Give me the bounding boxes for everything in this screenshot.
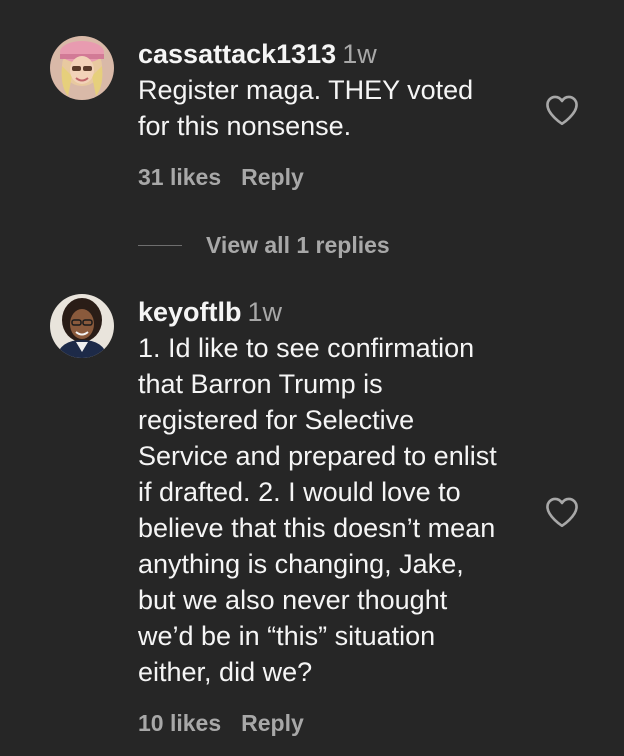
reply-button[interactable]: Reply: [241, 164, 304, 190]
comment-username[interactable]: cassattack1313: [138, 39, 336, 69]
likes-count[interactable]: 10 likes: [138, 710, 221, 736]
heart-icon[interactable]: [544, 496, 580, 528]
comment-username[interactable]: keyoftlb: [138, 297, 242, 327]
avatar[interactable]: [50, 294, 114, 358]
comment-timestamp: 1w: [342, 39, 377, 69]
reply-button[interactable]: Reply: [241, 710, 304, 736]
avatar[interactable]: [50, 36, 114, 100]
likes-count[interactable]: 31 likes: [138, 164, 221, 190]
comment-text: 1. Id like to see confirmation that Barr…: [138, 333, 497, 687]
comments-panel: cassattack1313 1w Register maga. THEY vot…: [0, 0, 624, 756]
heart-icon[interactable]: [544, 94, 580, 126]
comment-timestamp: 1w: [247, 297, 283, 327]
divider: [138, 244, 182, 246]
comment-text: Register maga. THEY voted for this nonse…: [138, 75, 474, 141]
view-replies-label: View all 1 replies: [206, 231, 390, 258]
view-replies-button[interactable]: View all 1 replies: [138, 230, 390, 260]
